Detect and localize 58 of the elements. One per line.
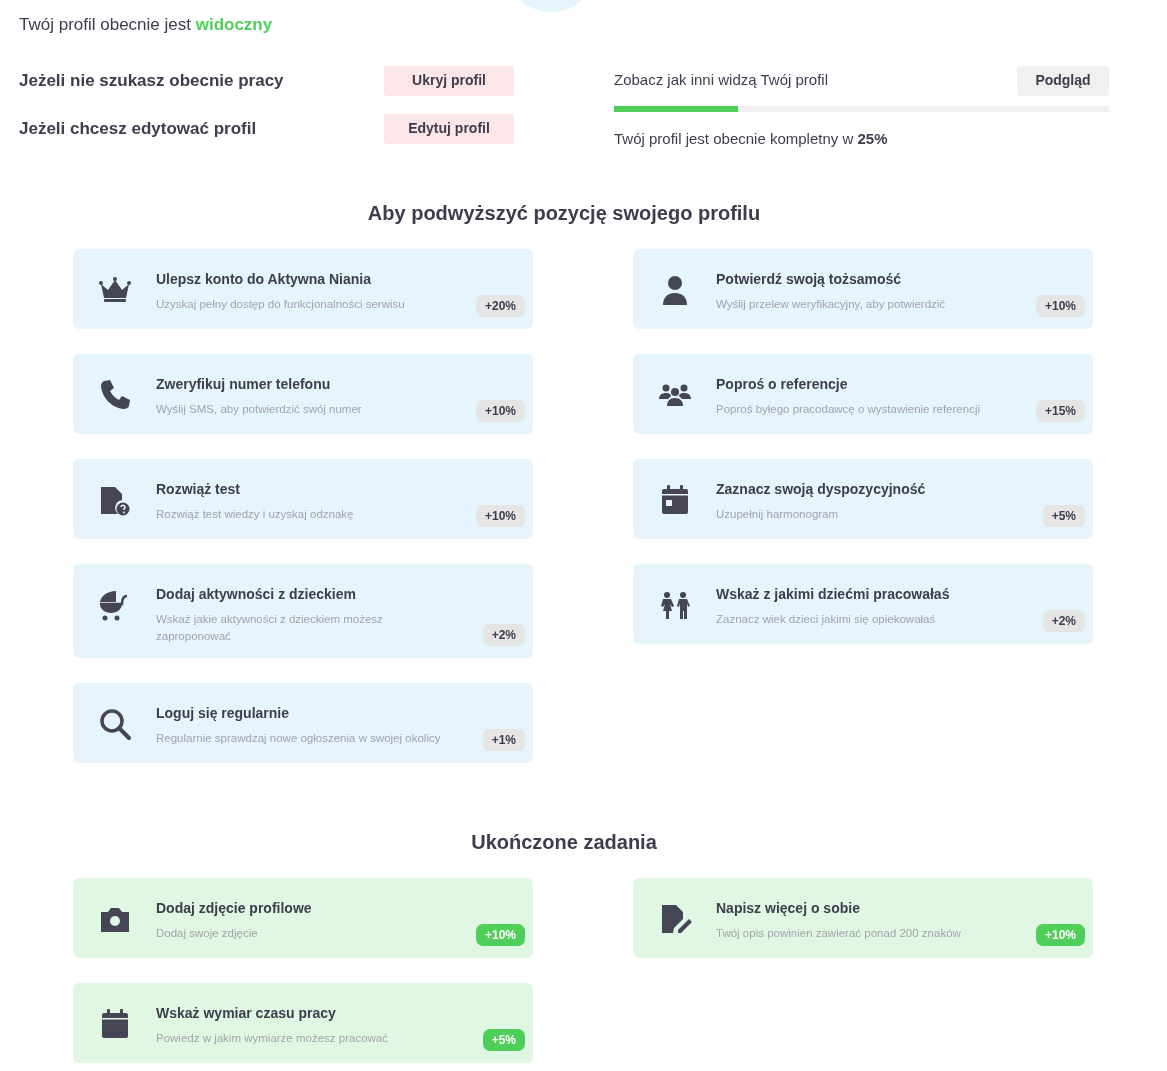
profile-button[interactable]: Edytuj profil (384, 113, 514, 144)
task-title: Wskaż z jakimi dziećmi pracowałaś (716, 585, 951, 604)
task-card[interactable]: Loguj się regularnie Regularnie sprawdzaj nowe ogłoszenia w swojej okolicy +1% (73, 682, 533, 763)
points-badge: +2% (1042, 610, 1085, 632)
task-title: Poproś o referencje (716, 375, 849, 394)
task-title: Zaznacz swoją dyspozycyjność (716, 480, 927, 499)
points-badge: +2% (482, 623, 525, 646)
task-description: Wskaż jakie aktywności z dzieckiem możesz zaproponować (156, 612, 384, 645)
task-title: Dodaj aktywności z dzieckiem (156, 585, 357, 604)
task-description: Uzupełnij harmonogram (716, 507, 840, 522)
points-badge: +20% (475, 295, 525, 317)
task-title: Loguj się regularnie (156, 703, 291, 723)
section-heading: Aby podwyższyć pozycję swojego profilu (366, 201, 762, 225)
task-title: Potwierdź swoją tożsamość (716, 270, 903, 289)
task-title: Zweryfikuj numer telefonu (156, 375, 332, 394)
task-card[interactable]: Poproś o referencje Poproś byłego pracodawcę o wystawienie referencji +15% (633, 354, 1093, 434)
task-description: Twój opis powinien zawierać ponad 200 znaków (716, 925, 962, 941)
task-card[interactable]: Wskaż z jakimi dziećmi pracowałaś Zaznacz wiek dzieci jakimi się opiekowałaś +2% (633, 564, 1093, 644)
task-card[interactable]: Zaznacz swoją dyspozycyjność Uzupełnij harmonogram +5% (633, 459, 1093, 539)
task-card[interactable]: Zweryfikuj numer telefonu Wyślij SMS, aby potwierdzić swój numer +10% (73, 354, 533, 434)
preview-button[interactable]: Podgląd (1017, 65, 1109, 96)
task-card[interactable]: Dodaj aktywności z dzieckiem Wskaż jakie aktywności z dzieckiem możesz zaproponować +2% (73, 564, 533, 658)
task-description: Zaznacz wiek dzieci jakimi się opiekowałaś (716, 612, 937, 627)
points-badge: +5% (482, 1028, 525, 1051)
section-heading: Ukończone zadania (470, 829, 658, 854)
task-description: Wyślij SMS, aby potwierdzić swój numer (156, 402, 363, 417)
preview-label: Zobacz jak inni widzą Twój profil (614, 70, 828, 91)
task-card[interactable]: Ulepsz konto do Aktywna Niania Uzyskaj pełny dostęp do funkcjonalności serwisu +20% (73, 249, 533, 329)
action-label: Jeżeli nie szukasz obecnie pracy (19, 69, 285, 92)
task-title: Wskaż wymiar czasu pracy (156, 1003, 337, 1023)
points-badge: +5% (1042, 505, 1085, 527)
points-badge: +10% (1035, 295, 1085, 317)
task-title: Dodaj zdjęcie profilowe (156, 898, 313, 918)
task-description: Regularnie sprawdzaj nowe ogłoszenia w swojej okolicy (156, 730, 442, 746)
task-card[interactable]: Wskaż wymiar czasu pracy Powiedz w jakim wymiarze możesz pracować +5% (73, 982, 533, 1063)
profile-button[interactable]: Ukryj profil (384, 65, 514, 96)
points-badge: +10% (475, 923, 525, 946)
points-badge: +10% (1035, 923, 1085, 946)
points-badge: +15% (1035, 400, 1085, 422)
points-badge: +10% (475, 505, 525, 527)
task-card[interactable]: Dodaj zdjęcie profilowe Dodaj swoje zdjęcie +10% (73, 877, 533, 958)
action-label: Jeżeli chcesz edytować profil (19, 117, 258, 140)
task-card[interactable]: Napisz więcej o sobie Twój opis powinien zawierać ponad 200 znaków +10% (633, 877, 1093, 958)
task-title: Ulepsz konto do Aktywna Niania (156, 270, 372, 289)
task-description: Poproś byłego pracodawcę o wystawienie referencji (716, 402, 981, 417)
task-description: Powiedz w jakim wymiarze możesz pracować (156, 1030, 389, 1046)
task-description: Dodaj swoje zdjęcie (156, 925, 259, 941)
task-description: Wyślij przelew weryfikacyjny, aby potwierdzić (716, 297, 947, 312)
points-badge: +10% (475, 400, 525, 422)
task-card[interactable]: Potwierdź swoją tożsamość Wyślij przelew weryfikacyjny, aby potwierdzić +10% (633, 249, 1093, 329)
phone-icon (98, 378, 132, 412)
visibility-status: Twój profil obecnie jest widoczny (19, 14, 273, 36)
task-description: Uzyskaj pełny dostęp do funkcjonalności serwisu (156, 297, 406, 312)
task-title: Rozwiąż test (156, 480, 241, 499)
points-badge: +1% (482, 728, 525, 751)
task-title: Napisz więcej o sobie (716, 898, 861, 918)
completeness-text: Twój profil jest obecnie kompletny w 25% (614, 128, 889, 149)
search-icon (98, 706, 132, 741)
